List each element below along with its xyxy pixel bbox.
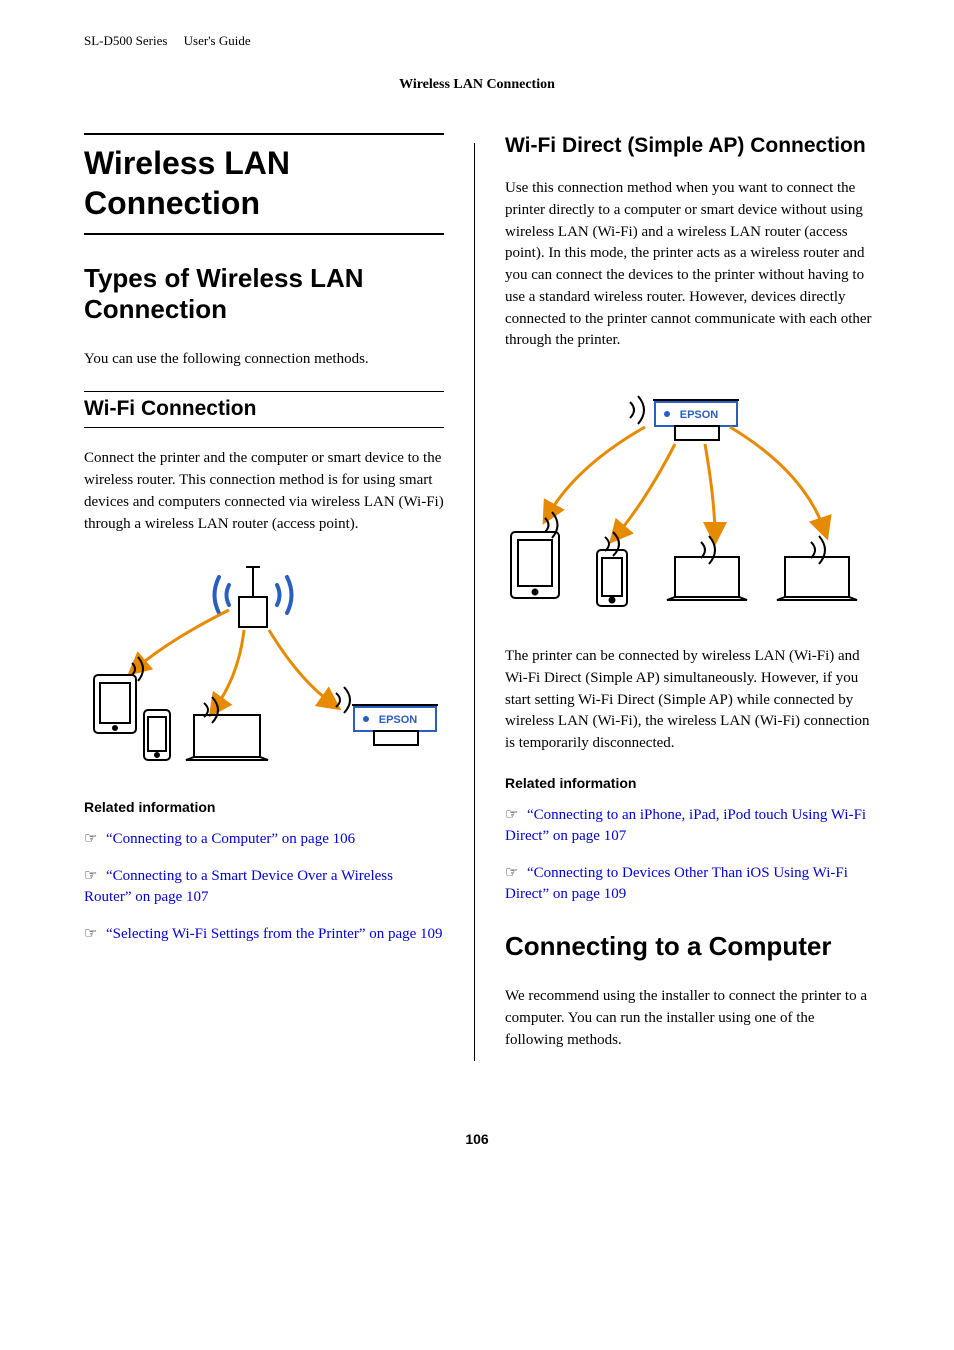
heading-h1: Wireless LAN Connection — [84, 133, 444, 235]
pointer-icon: ☞ — [505, 805, 527, 826]
pointer-icon: ☞ — [84, 924, 106, 945]
related-info-heading: Related information — [505, 775, 875, 791]
intro-paragraph: You can use the following connection met… — [84, 349, 444, 371]
section-title: Wireless LAN Connection — [84, 77, 870, 93]
wifi-direct-paragraph-2: The printer can be connected by wireless… — [505, 646, 875, 755]
link-connecting-other-devices[interactable]: ☞“Connecting to Devices Other Than iOS U… — [505, 863, 875, 905]
link-selecting-wifi-settings[interactable]: ☞“Selecting Wi-Fi Settings from the Prin… — [84, 924, 444, 945]
heading-h2-connecting: Connecting to a Computer — [505, 931, 875, 962]
heading-h3-wifi: Wi-Fi Connection — [84, 391, 444, 428]
diagram-printer-label: EPSON — [680, 409, 719, 421]
link-connecting-ios[interactable]: ☞“Connecting to an iPhone, iPad, iPod to… — [505, 805, 875, 847]
wifi-direct-paragraph-1: Use this connection method when you want… — [505, 178, 875, 352]
pointer-icon: ☞ — [84, 829, 106, 850]
wifi-direct-diagram: EPSON — [505, 372, 875, 622]
page-number: 106 — [84, 1131, 870, 1147]
connecting-paragraph: We recommend using the installer to conn… — [505, 986, 875, 1051]
diagram-printer-label: EPSON — [379, 714, 418, 726]
left-column: Wireless LAN Connection Types of Wireles… — [84, 133, 444, 1071]
page-header: SL-D500 Series User's Guide — [84, 33, 870, 49]
doc-type: User's Guide — [184, 33, 251, 48]
right-column: Wi-Fi Direct (Simple AP) Connection Use … — [505, 133, 875, 1071]
product-name: SL-D500 Series — [84, 33, 167, 48]
related-info-heading: Related information — [84, 799, 444, 815]
heading-h2-types: Types of Wireless LAN Connection — [84, 263, 444, 325]
link-connecting-computer[interactable]: ☞“Connecting to a Computer” on page 106 — [84, 829, 444, 850]
column-divider — [474, 143, 475, 1061]
heading-h3-wifi-direct: Wi-Fi Direct (Simple AP) Connection — [505, 133, 875, 158]
content-columns: Wireless LAN Connection Types of Wireles… — [84, 133, 870, 1071]
wifi-paragraph: Connect the printer and the computer or … — [84, 448, 444, 535]
pointer-icon: ☞ — [84, 866, 106, 887]
link-connecting-smart-device[interactable]: ☞“Connecting to a Smart Device Over a Wi… — [84, 866, 444, 908]
pointer-icon: ☞ — [505, 863, 527, 884]
wifi-connection-diagram: EPSON — [84, 555, 444, 775]
